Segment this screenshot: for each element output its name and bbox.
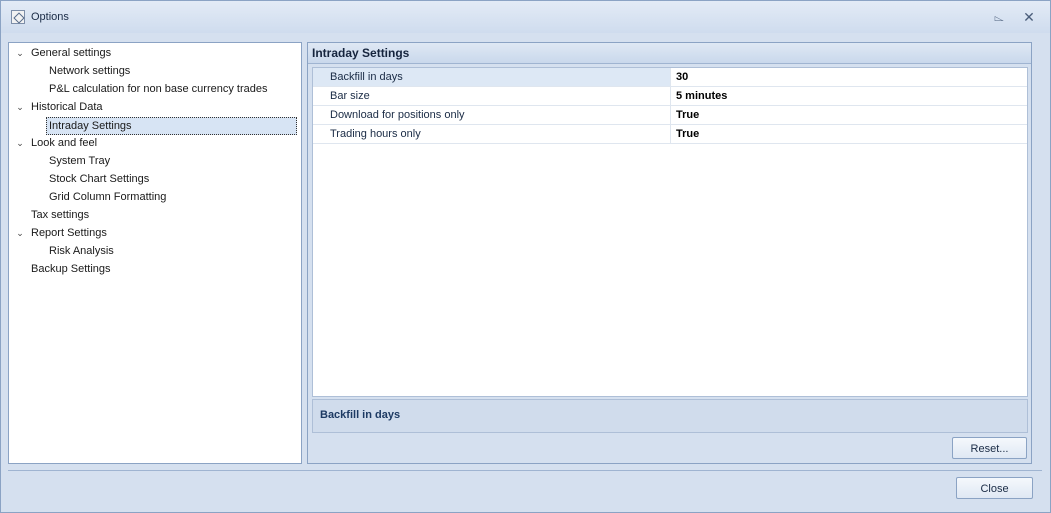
chevron-down-icon[interactable]: ⌄ — [15, 45, 25, 61]
chevron-down-icon[interactable]: ⌄ — [15, 225, 25, 241]
property-row[interactable]: Download for positions only True — [313, 106, 1027, 125]
property-grid: Backfill in days 30 Bar size 5 minutes D… — [312, 67, 1028, 397]
tree-item-historical-data[interactable]: Historical Data — [31, 99, 103, 115]
tree-item-general-settings[interactable]: General settings — [31, 45, 111, 61]
settings-tree: ⌄ General settings Network settings P&L … — [8, 42, 302, 464]
property-value[interactable]: True — [670, 106, 1027, 124]
property-value[interactable]: 30 — [670, 68, 1027, 86]
tree-item-look-and-feel[interactable]: Look and feel — [31, 135, 97, 151]
tree-item-system-tray[interactable]: System Tray — [49, 153, 110, 169]
tree-item-risk-analysis[interactable]: Risk Analysis — [49, 243, 114, 259]
description-text: Backfill in days — [320, 409, 401, 421]
close-icon[interactable]: ✕ — [1021, 9, 1037, 25]
chevron-down-icon[interactable]: ⌄ — [15, 135, 25, 151]
property-row[interactable]: Backfill in days 30 — [313, 68, 1027, 87]
title-bar: Options ⌳ ✕ — [1, 1, 1050, 33]
close-button[interactable]: Close — [956, 477, 1033, 499]
settings-panel: Intraday Settings Backfill in days 30 Ba… — [307, 42, 1032, 464]
chevron-down-icon[interactable]: ⌄ — [15, 99, 25, 115]
dialog-footer: Close — [8, 470, 1042, 505]
panel-title: Intraday Settings — [312, 46, 410, 60]
property-value[interactable]: 5 minutes — [670, 87, 1027, 105]
tree-item-report-settings[interactable]: Report Settings — [31, 225, 107, 241]
tree-item-backup-settings[interactable]: Backup Settings — [31, 261, 111, 277]
panel-header: Intraday Settings — [308, 43, 1031, 64]
property-name: Bar size — [330, 90, 370, 102]
property-description: Backfill in days — [312, 399, 1028, 433]
tree-item-grid-column-formatting[interactable]: Grid Column Formatting — [49, 189, 166, 205]
app-icon — [11, 10, 25, 24]
property-row[interactable]: Trading hours only True — [313, 125, 1027, 144]
tree-item-intraday-settings[interactable]: Intraday Settings — [46, 117, 297, 135]
property-name: Trading hours only — [330, 128, 421, 140]
property-row[interactable]: Bar size 5 minutes — [313, 87, 1027, 106]
property-value[interactable]: True — [670, 125, 1027, 143]
options-window: Options ⌳ ✕ ⌄ General settings Network s… — [0, 0, 1051, 513]
tree-item-pl-calculation[interactable]: P&L calculation for non base currency tr… — [49, 81, 268, 97]
property-name: Download for positions only — [330, 109, 465, 121]
tree-item-stock-chart-settings[interactable]: Stock Chart Settings — [49, 171, 149, 187]
property-name: Backfill in days — [313, 68, 670, 86]
tree-item-tax-settings[interactable]: Tax settings — [31, 207, 89, 223]
tree-item-network-settings[interactable]: Network settings — [49, 63, 130, 79]
window-title: Options — [31, 11, 69, 23]
reset-button[interactable]: Reset... — [952, 437, 1027, 459]
options-content: ⌄ General settings Network settings P&L … — [8, 42, 1032, 464]
pin-icon[interactable]: ⌳ — [991, 9, 1007, 25]
